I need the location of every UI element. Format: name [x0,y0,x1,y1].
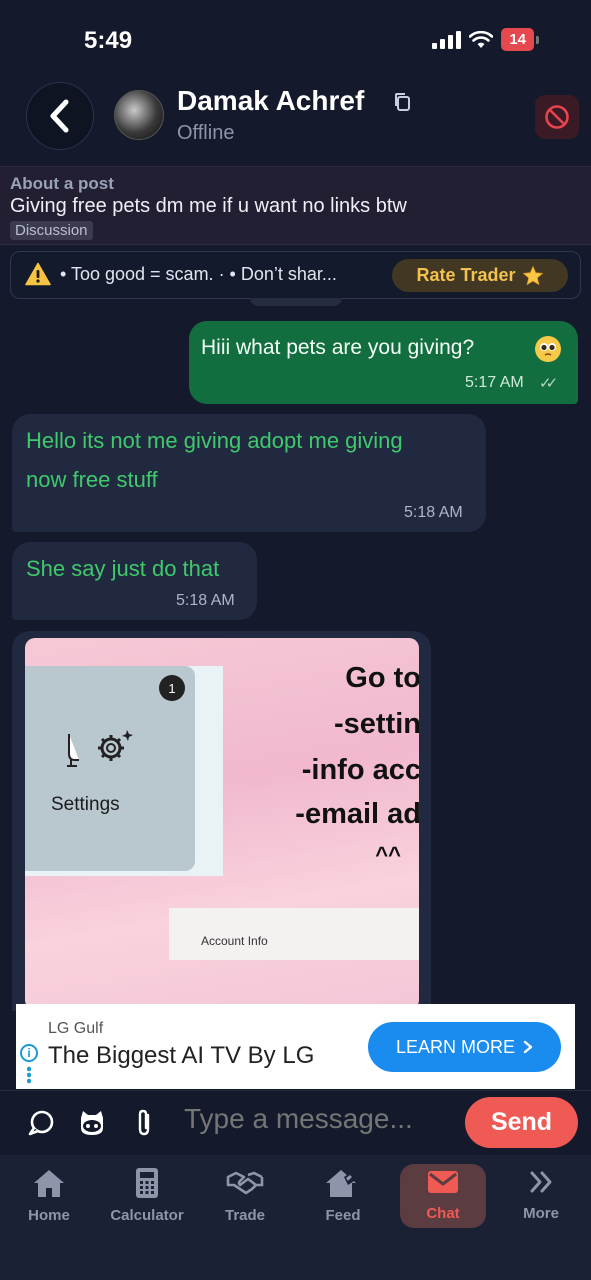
chevron-left-icon [50,99,69,133]
contact-status: Offline [177,122,235,144]
gear-icon [67,730,133,767]
wifi-icon [469,30,494,48]
chat-bubble-icon[interactable] [27,1109,55,1137]
post-label: About a post [10,174,114,193]
send-button[interactable]: Send [465,1097,578,1148]
block-icon [545,105,569,129]
nav-label: Home [28,1207,70,1224]
message-text: She say just do that [26,556,220,581]
ad-brand: LG Gulf [48,1020,104,1037]
rate-trader-label: Rate Trader [416,265,516,285]
nav-label: More [523,1205,559,1222]
read-receipt-icon: ✓✓ [539,375,558,392]
ad-info-icon[interactable]: i [20,1044,38,1062]
handshake-icon [226,1171,264,1195]
image-text-line: -info acc [301,754,419,786]
nav-item-chat[interactable]: Chat [400,1164,486,1228]
star-icon [522,265,543,285]
ad-learn-more-button[interactable]: LEARN MORE [368,1022,561,1072]
block-button[interactable] [535,95,579,139]
bot-icon[interactable] [77,1108,107,1138]
back-button[interactable] [26,82,94,150]
message-input[interactable] [184,1103,454,1135]
message-image[interactable]: 1 Settings Go to -settin -info acc -emai… [25,638,419,1010]
scroll-indicator [250,298,342,306]
image-badge: 1 [159,675,185,701]
avatar[interactable] [114,90,164,140]
image-settings-panel [25,666,223,876]
nav-label: Feed [325,1207,361,1224]
nav-item-trade[interactable]: Trade [202,1167,288,1231]
message-text: Hello its not me giving adopt me giving [26,428,403,453]
signal-icon [432,30,462,49]
feed-icon [326,1170,356,1197]
image-settings-label: Settings [51,794,120,815]
post-title: Giving free pets dm me if u want no link… [10,195,407,217]
battery-icon: 14 [501,28,539,51]
image-text-line: Go to [345,662,419,694]
image-account-field: Account Info [169,908,419,960]
calculator-icon [136,1168,158,1198]
message-time: 5:18 AM [176,592,235,609]
ad-title[interactable]: The Biggest AI TV By LG [48,1042,314,1070]
mail-icon [428,1171,458,1193]
nav-item-more[interactable]: More [498,1167,584,1231]
pleading-face-emoji-icon [535,336,561,362]
nav-label: Trade [224,1207,266,1224]
rate-trader-button[interactable]: Rate Trader [392,259,568,292]
nav-item-home[interactable]: Home [6,1167,92,1231]
image-text-line: ^^ [375,842,401,867]
home-icon [34,1170,64,1197]
attachment-icon[interactable] [134,1107,154,1139]
nav-item-calculator[interactable]: Calculator [104,1167,190,1231]
nav-label: Chat [426,1205,460,1222]
status-time: 5:49 [84,27,133,54]
post-tag: Discussion [10,221,93,240]
warning-icon [25,262,51,286]
nav-item-feed[interactable]: Feed [300,1167,386,1231]
status-indicators: 14 [432,28,539,51]
message-text: now free stuff [26,467,158,492]
ad-cta-label: LEARN MORE [395,1036,516,1057]
chevron-right-icon [523,1040,533,1054]
message-text: Hiii what pets are you giving? [201,336,475,359]
battery-level: 14 [501,28,534,51]
message-time: 5:17 AM [465,374,524,391]
image-text-line: -settin [334,708,419,740]
image-account-label: Account Info [201,934,268,948]
copy-icon[interactable] [393,92,411,112]
message-time: 5:18 AM [404,504,463,521]
chevrons-right-icon [530,1171,552,1193]
image-text-line: -email ad [295,798,419,830]
warning-text: • Too good = scam. · • Don’t shar... [60,264,337,284]
ad-menu-icon[interactable] [27,1066,31,1084]
contact-name: Damak Achref [177,85,365,116]
nav-label: Calculator [110,1207,184,1224]
